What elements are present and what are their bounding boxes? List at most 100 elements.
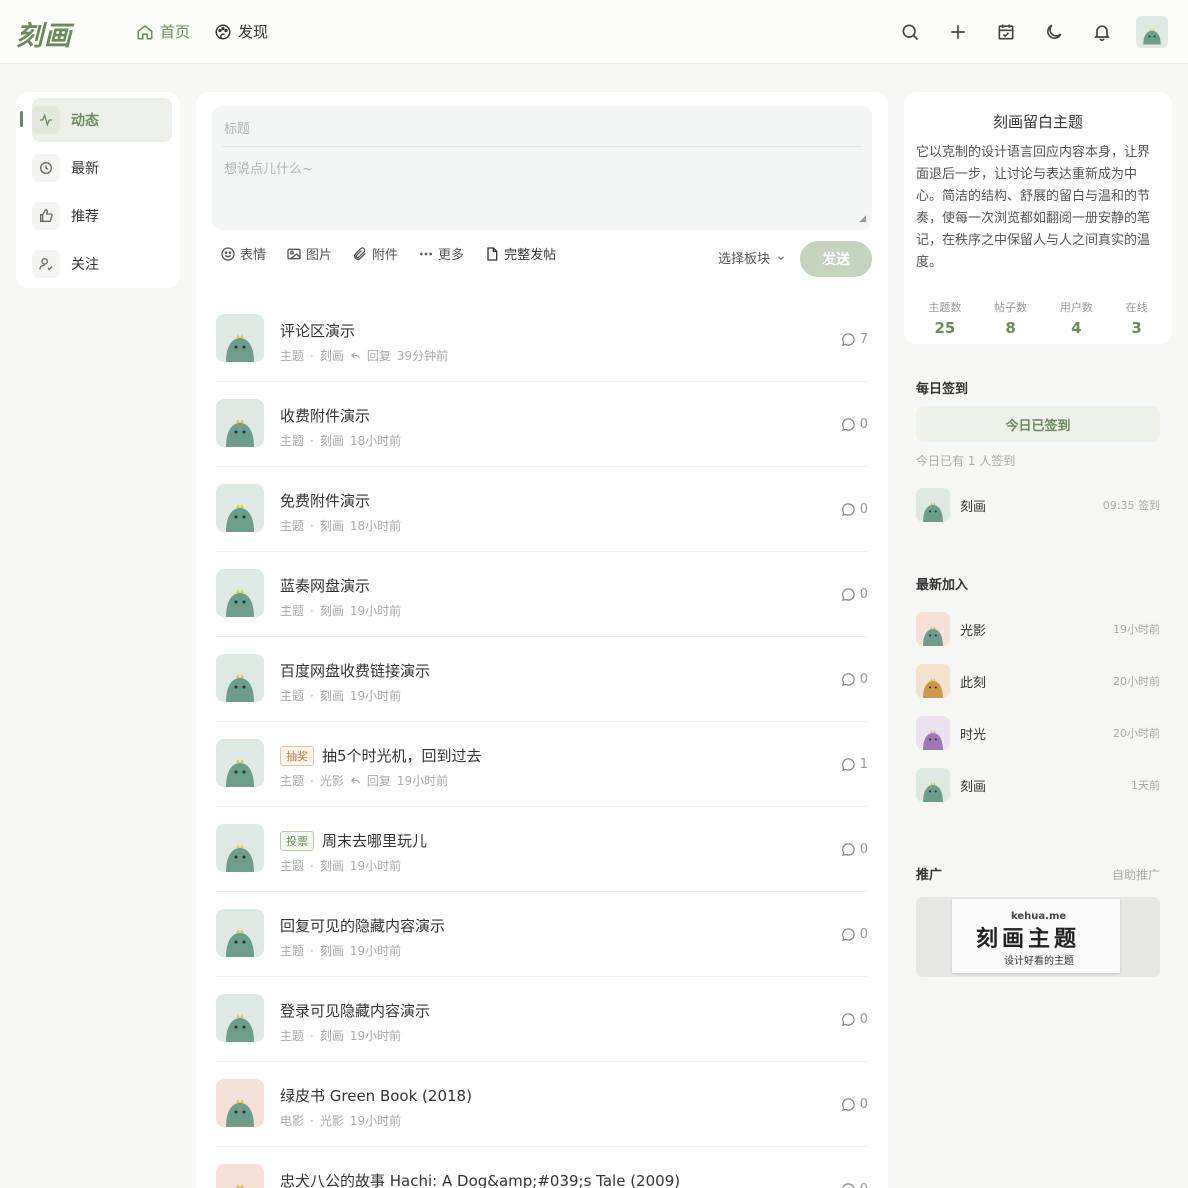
checkin-title: 每日签到 bbox=[916, 382, 969, 397]
thread-title-text: 忠犬八公的故事 Hachi: A Dog&amp;#039;s Tale (20… bbox=[280, 1172, 681, 1188]
thread-row[interactable]: 抽奖 抽5个时光机，回到过去 主题 · 光影 回复 19小时前 1 bbox=[216, 722, 868, 807]
thread-category[interactable]: 电影 bbox=[280, 1112, 304, 1129]
thread-title[interactable]: 抽奖 抽5个时光机，回到过去 bbox=[280, 745, 482, 766]
newest-user-row[interactable]: 时光 20小时前 bbox=[916, 715, 1160, 751]
user-avatar[interactable] bbox=[1136, 16, 1168, 48]
thread-row[interactable]: 绿皮书 Green Book (2018) 电影 · 光影 19小时前 0 bbox=[216, 1062, 868, 1147]
promo-banner[interactable]: kehua.me 刻画主题 设计好看的主题 bbox=[916, 897, 1160, 977]
join-time: 20小时前 bbox=[1113, 727, 1160, 740]
thread-avatar[interactable] bbox=[216, 994, 264, 1042]
body-textarea[interactable]: 想说点儿什么~ bbox=[224, 158, 313, 177]
thread-author[interactable]: 刻画 bbox=[320, 347, 344, 364]
send-button[interactable]: 发送 bbox=[800, 241, 872, 277]
thread-row[interactable]: 百度网盘收费链接演示 主题 · 刻画 19小时前 0 bbox=[216, 637, 868, 722]
dark-mode-toggle[interactable] bbox=[1040, 16, 1068, 48]
resize-handle[interactable]: ◢ bbox=[859, 214, 866, 224]
notifications-button[interactable] bbox=[1088, 16, 1116, 48]
thread-avatar[interactable] bbox=[216, 399, 264, 447]
thread-row[interactable]: 忠犬八公的故事 Hachi: A Dog&amp;#039;s Tale (20… bbox=[216, 1147, 868, 1188]
nav-discover[interactable]: 发现 bbox=[214, 21, 268, 42]
sidebar-item-recommended[interactable]: 推荐 bbox=[32, 194, 172, 238]
logo[interactable]: 刻画 bbox=[16, 14, 72, 53]
thread-title[interactable]: 百度网盘收费链接演示 bbox=[280, 660, 430, 681]
thread-avatar[interactable] bbox=[216, 654, 264, 702]
thread-time: 18小时前 bbox=[349, 434, 402, 448]
thread-category[interactable]: 主题 bbox=[280, 1027, 304, 1044]
thread-category[interactable]: 主题 bbox=[280, 772, 304, 789]
thread-author[interactable]: 光影 bbox=[320, 1112, 344, 1129]
more-button[interactable]: 更多 bbox=[418, 244, 464, 263]
thread-avatar[interactable] bbox=[216, 1164, 264, 1188]
calendar-button[interactable] bbox=[992, 16, 1020, 48]
newest-user-row[interactable]: 光影 19小时前 bbox=[916, 611, 1160, 647]
full-editor-button[interactable]: 完整发帖 bbox=[484, 244, 556, 263]
active-indicator bbox=[20, 111, 23, 127]
sidebar-item-following[interactable]: 关注 bbox=[32, 242, 172, 286]
thread-category[interactable]: 主题 bbox=[280, 517, 304, 534]
thread-author[interactable]: 刻画 bbox=[320, 857, 344, 874]
thread-title[interactable]: 回复可见的隐藏内容演示 bbox=[280, 915, 445, 936]
checkin-user-row[interactable]: 刻画 09:35 签到 bbox=[916, 487, 1160, 523]
create-button[interactable] bbox=[944, 16, 972, 48]
thread-avatar[interactable] bbox=[216, 909, 264, 957]
thread-row[interactable]: 收费附件演示 主题 · 刻画 18小时前 0 bbox=[216, 382, 868, 467]
thread-title[interactable]: 忠犬八公的故事 Hachi: A Dog&amp;#039;s Tale (20… bbox=[280, 1170, 680, 1188]
thread-row[interactable]: 回复可见的隐藏内容演示 主题 · 刻画 19小时前 0 bbox=[216, 892, 868, 977]
user-name: 时光 bbox=[960, 727, 987, 743]
comment-count: 0 bbox=[841, 927, 868, 942]
sidebar-item-activity[interactable]: 动态 bbox=[32, 98, 172, 142]
image-button[interactable]: 图片 bbox=[286, 244, 332, 263]
bell-icon bbox=[1094, 25, 1110, 42]
dino-avatar-icon bbox=[226, 929, 254, 957]
thread-category[interactable]: 主题 bbox=[280, 347, 304, 364]
thread-author[interactable]: 光影 bbox=[320, 772, 344, 789]
meta-dot: · bbox=[310, 858, 314, 873]
thread-title[interactable]: 免费附件演示 bbox=[280, 490, 370, 511]
thread-avatar[interactable] bbox=[216, 824, 264, 872]
thread-title[interactable]: 蓝奏网盘演示 bbox=[280, 575, 370, 596]
thread-avatar[interactable] bbox=[216, 314, 264, 362]
thread-author[interactable]: 刻画 bbox=[320, 687, 344, 704]
thread-avatar[interactable] bbox=[216, 569, 264, 617]
thread-author[interactable]: 刻画 bbox=[320, 1027, 344, 1044]
thread-category[interactable]: 主题 bbox=[280, 857, 304, 874]
sidebar-item-latest[interactable]: 最新 bbox=[32, 146, 172, 190]
thread-author[interactable]: 刻画 bbox=[320, 942, 344, 959]
newest-user-row[interactable]: 此刻 20小时前 bbox=[916, 663, 1160, 699]
thread-list: 评论区演示 主题 · 刻画 回复 39分钟前 7 收费附件演示 主题 · 刻画 18小时前 0 免费附件演… bbox=[216, 297, 868, 1188]
title-input[interactable]: 标题 bbox=[224, 118, 250, 137]
dino-avatar-icon bbox=[226, 589, 254, 617]
promo-self-service-link[interactable]: 自助推广 bbox=[1112, 866, 1160, 883]
board-select[interactable]: 选择板块 bbox=[718, 248, 786, 267]
thread-row[interactable]: 蓝奏网盘演示 主题 · 刻画 19小时前 0 bbox=[216, 552, 868, 637]
thread-title[interactable]: 投票 周末去哪里玩儿 bbox=[280, 830, 427, 851]
thread-category[interactable]: 主题 bbox=[280, 602, 304, 619]
thread-author[interactable]: 刻画 bbox=[320, 432, 344, 449]
search-button[interactable] bbox=[896, 16, 924, 48]
thread-title-text: 收费附件演示 bbox=[280, 407, 371, 425]
emoji-button[interactable]: 表情 bbox=[220, 244, 266, 263]
thread-meta: 主题 · 刻画 19小时前 bbox=[280, 602, 401, 619]
thread-category[interactable]: 主题 bbox=[280, 942, 304, 959]
thread-row[interactable]: 免费附件演示 主题 · 刻画 18小时前 0 bbox=[216, 467, 868, 552]
newest-user-row[interactable]: 刻画 1天前 bbox=[916, 767, 1160, 803]
thread-author[interactable]: 刻画 bbox=[320, 517, 344, 534]
thread-row[interactable]: 投票 周末去哪里玩儿 主题 · 刻画 19小时前 0 bbox=[216, 807, 868, 892]
comment-icon bbox=[841, 588, 855, 601]
nav-home[interactable]: 首页 bbox=[136, 21, 190, 42]
checkin-button[interactable]: 今日已签到 bbox=[916, 406, 1160, 442]
thread-category[interactable]: 主题 bbox=[280, 687, 304, 704]
thread-title[interactable]: 绿皮书 Green Book (2018) bbox=[280, 1085, 472, 1106]
thread-avatar[interactable] bbox=[216, 1079, 264, 1127]
main-nav: 首页 发现 bbox=[136, 21, 268, 42]
thread-title[interactable]: 收费附件演示 bbox=[280, 405, 370, 426]
thread-title[interactable]: 评论区演示 bbox=[280, 320, 355, 341]
thread-category[interactable]: 主题 bbox=[280, 432, 304, 449]
thread-row[interactable]: 登录可见隐藏内容演示 主题 · 刻画 19小时前 0 bbox=[216, 977, 868, 1062]
thread-author[interactable]: 刻画 bbox=[320, 602, 344, 619]
thread-row[interactable]: 评论区演示 主题 · 刻画 回复 39分钟前 7 bbox=[216, 297, 868, 382]
thread-title[interactable]: 登录可见隐藏内容演示 bbox=[280, 1000, 430, 1021]
thread-avatar[interactable] bbox=[216, 484, 264, 532]
attachment-button[interactable]: 附件 bbox=[352, 244, 398, 263]
thread-avatar[interactable] bbox=[216, 739, 264, 787]
